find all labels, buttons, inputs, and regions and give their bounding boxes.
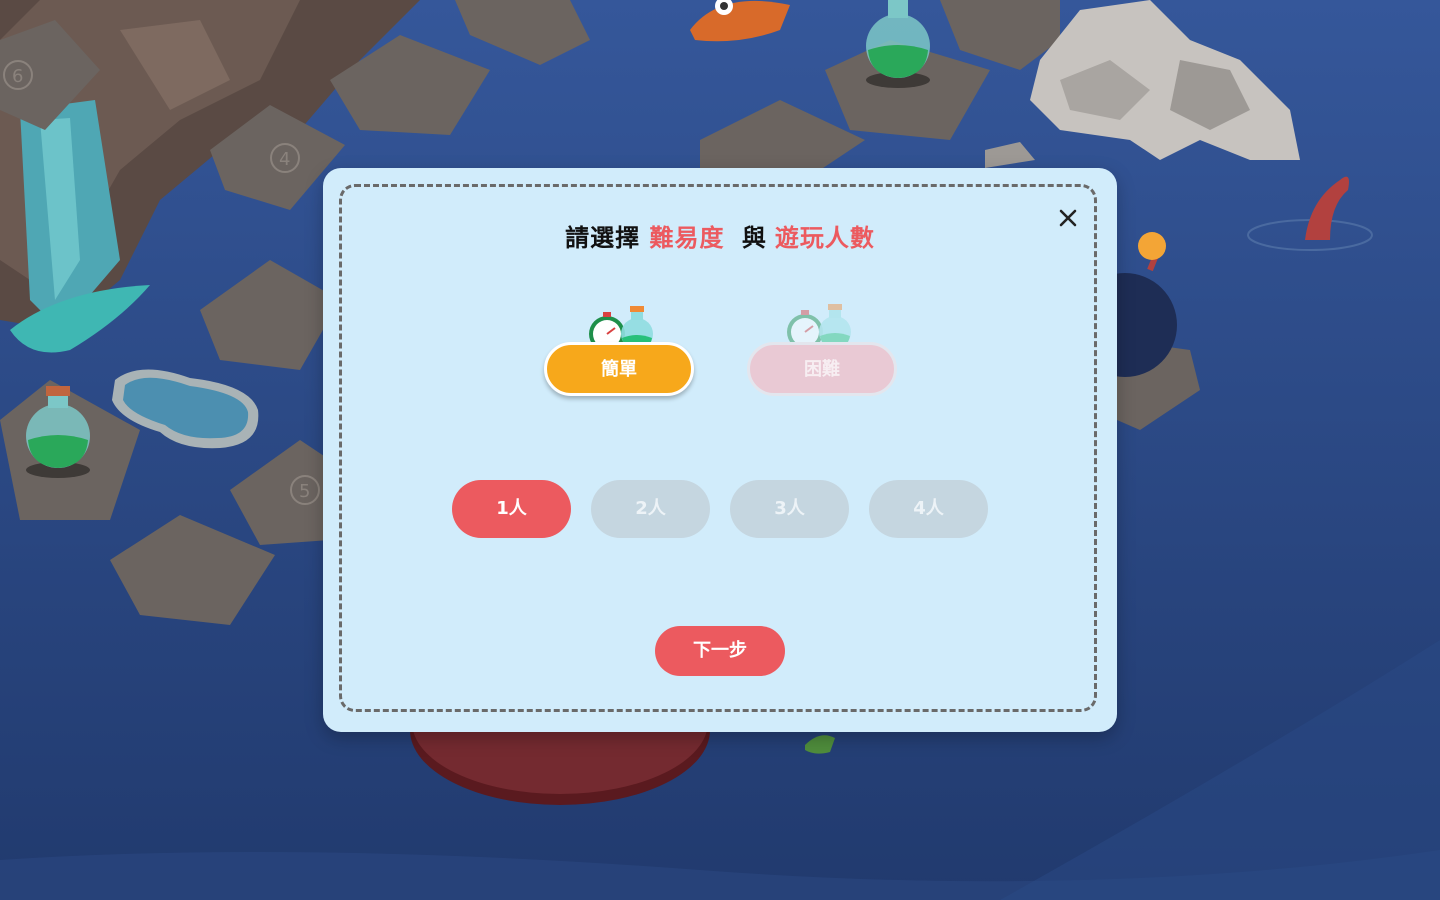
player-count-4-button[interactable]: 4人 — [869, 480, 988, 538]
next-step-button[interactable]: 下一步 — [655, 626, 785, 676]
player-count-1-button[interactable]: 1人 — [452, 480, 571, 538]
title-player-count: 遊玩人數 — [774, 224, 875, 252]
title-part1: 請選擇 — [565, 224, 641, 252]
player-count-3-button[interactable]: 3人 — [730, 480, 849, 538]
title-difficulty: 難易度 — [649, 224, 725, 252]
difficulty-easy-button[interactable]: 簡單 — [544, 342, 694, 396]
difficulty-player-dialog: 請選擇 難易度 與遊玩人數 簡單 困難 1人 2人 3人 4人 下一步 — [323, 168, 1117, 732]
title-part2: 與 — [741, 224, 767, 252]
player-count-2-button[interactable]: 2人 — [591, 480, 710, 538]
game-board: 6 4 5 請選擇 難易度 與 遊玩人數 簡單 困難 1人 2人 3人 4人 下… — [0, 0, 1440, 900]
dialog-title: 請選擇 難易度 與遊玩人數 — [323, 218, 1117, 253]
difficulty-hard-button[interactable]: 困難 — [747, 342, 897, 396]
